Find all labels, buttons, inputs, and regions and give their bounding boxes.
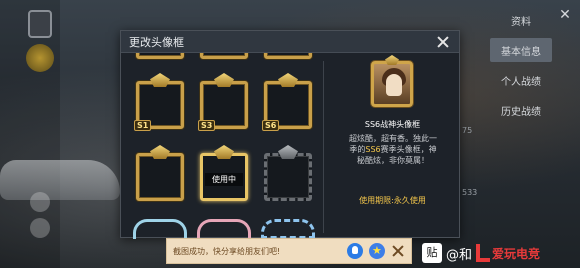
- avatar-frame-arch[interactable]: [133, 219, 187, 239]
- avatar-frame-s3[interactable]: S3: [197, 73, 251, 133]
- avatar-frame-s6[interactable]: S6: [261, 73, 315, 133]
- toast-close-icon[interactable]: [391, 244, 405, 258]
- frame-border: [136, 53, 184, 59]
- season-tag: S1: [134, 120, 152, 131]
- crest-icon: [278, 73, 298, 87]
- frame-border: [136, 153, 184, 201]
- usage-period: 使用期限:永久使用: [359, 196, 426, 205]
- profile-side-menu: 资料 基本信息 个人战绩 历史战绩: [490, 8, 552, 128]
- qq-share-icon[interactable]: [347, 243, 363, 259]
- car-graphic: [0, 160, 120, 200]
- crest-icon: [150, 145, 170, 159]
- side-menu-item: 历史战绩: [501, 106, 541, 118]
- season-tag: S3: [198, 120, 216, 131]
- crest-icon: [214, 145, 234, 159]
- avatar-frame-item[interactable]: [261, 53, 315, 63]
- avatar-frame-arch[interactable]: [197, 219, 251, 239]
- side-menu-item: 基本信息: [490, 38, 552, 62]
- avatar-frame-arch[interactable]: [261, 219, 315, 239]
- frame-description: 超炫酷，超有香。独此一季的SS6赛季头像框，神秘酷炫，非你莫属！: [346, 133, 440, 166]
- frame-detail-pane: SS6战神头像框 超炫酷，超有香。独此一季的SS6赛季头像框，神秘酷炫，非你莫属…: [324, 53, 461, 239]
- frame-grid[interactable]: S1 S3 S6 使用中: [121, 53, 323, 239]
- background-number: 75: [462, 126, 473, 135]
- portrait-face: [386, 74, 402, 96]
- side-menu-item: 个人战绩: [501, 76, 541, 88]
- avatar-frame-in-use[interactable]: 使用中: [197, 145, 251, 205]
- in-use-label: 使用中: [205, 173, 243, 186]
- hud-button-icon: [30, 218, 50, 238]
- avatar-frame-item[interactable]: [197, 53, 251, 63]
- background-close-icon: ✕: [559, 7, 571, 23]
- crest-icon: [278, 145, 298, 159]
- side-menu-item: 资料: [511, 16, 531, 28]
- crest-icon: [150, 73, 170, 87]
- watermark-badge: 贴: [422, 243, 442, 263]
- frame-preview: [371, 61, 413, 107]
- avatar-frame-dialog: 更改头像框 S1 S3 S6 使用中 SS6战神头像框 超炫酷，超有香。独此一季…: [120, 30, 461, 239]
- watermark-text: @和: [446, 247, 473, 263]
- screenshot-toast: 截图成功，快分享给朋友们吧!: [166, 238, 412, 264]
- toast-text: 截图成功，快分享给朋友们吧!: [173, 246, 281, 256]
- avatar-frame-item[interactable]: [261, 145, 315, 205]
- avatar-frame-item[interactable]: [133, 53, 187, 63]
- watermark: 贴 @和 爱玩电竞: [422, 238, 580, 268]
- frame-border: [200, 53, 248, 59]
- season-tag: S6: [262, 120, 280, 131]
- frame-name: SS6战神头像框: [364, 120, 421, 129]
- rank-badge-icon: [28, 10, 52, 38]
- background-number: 533: [462, 188, 478, 197]
- avatar-frame-s1[interactable]: S1: [133, 73, 187, 133]
- dialog-header: 更改头像框: [121, 31, 459, 53]
- avatar-frame-item[interactable]: [133, 145, 187, 205]
- description-highlight: SS6: [365, 145, 381, 154]
- crest-icon: [385, 55, 399, 65]
- frame-border: [264, 153, 312, 201]
- qzone-share-icon[interactable]: [369, 243, 385, 259]
- watermark-brand: 爱玩电竞: [492, 246, 541, 261]
- tier-emblem-icon: [26, 44, 54, 72]
- frame-border: [264, 53, 312, 59]
- dialog-title: 更改头像框: [129, 35, 184, 49]
- brand-logo-icon: [476, 244, 491, 262]
- hud-button-icon: [30, 192, 50, 212]
- crest-icon: [214, 73, 234, 87]
- close-icon[interactable]: [435, 34, 451, 50]
